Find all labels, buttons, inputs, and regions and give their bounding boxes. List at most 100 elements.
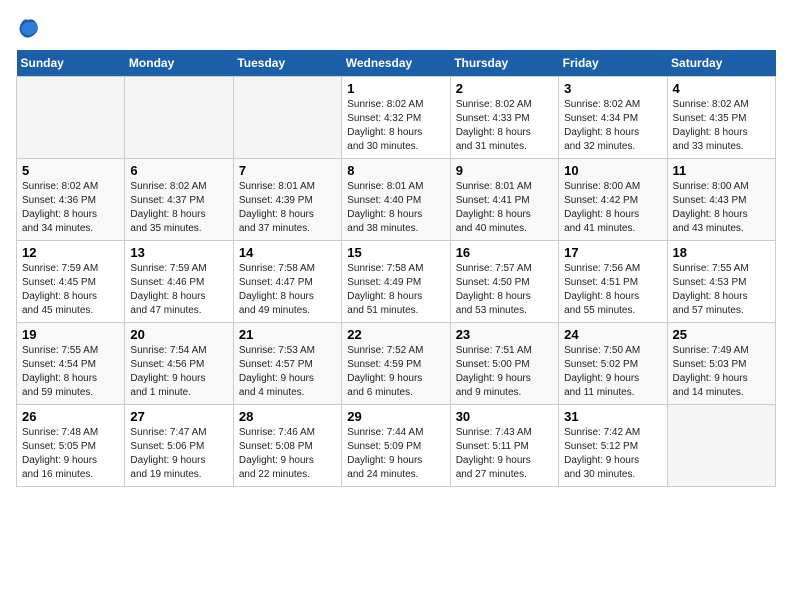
day-info: Sunrise: 7:58 AM Sunset: 4:49 PM Dayligh…: [347, 262, 444, 318]
day-info: Sunrise: 8:02 AM Sunset: 4:34 PM Dayligh…: [564, 98, 661, 154]
calendar-cell: [125, 77, 233, 159]
calendar-cell: 17 Sunrise: 7:56 AM Sunset: 4:51 PM Dayli…: [559, 241, 667, 323]
day-info: Sunrise: 8:02 AM Sunset: 4:37 PM Dayligh…: [130, 180, 227, 236]
day-number: 24: [564, 327, 661, 342]
day-of-week-header: Sunday: [17, 50, 125, 77]
day-number: 20: [130, 327, 227, 342]
day-info: Sunrise: 8:01 AM Sunset: 4:41 PM Dayligh…: [456, 180, 553, 236]
day-number: 28: [239, 409, 336, 424]
day-info: Sunrise: 7:51 AM Sunset: 5:00 PM Dayligh…: [456, 344, 553, 400]
day-info: Sunrise: 7:57 AM Sunset: 4:50 PM Dayligh…: [456, 262, 553, 318]
day-number: 5: [22, 163, 119, 178]
calendar-cell: 4 Sunrise: 8:02 AM Sunset: 4:35 PM Daylig…: [667, 77, 775, 159]
day-number: 8: [347, 163, 444, 178]
calendar-cell: 20 Sunrise: 7:54 AM Sunset: 4:56 PM Dayli…: [125, 323, 233, 405]
day-number: 13: [130, 245, 227, 260]
day-number: 19: [22, 327, 119, 342]
day-info: Sunrise: 8:00 AM Sunset: 4:43 PM Dayligh…: [673, 180, 770, 236]
logo: [16, 16, 44, 40]
day-number: 17: [564, 245, 661, 260]
day-info: Sunrise: 7:58 AM Sunset: 4:47 PM Dayligh…: [239, 262, 336, 318]
day-number: 7: [239, 163, 336, 178]
day-of-week-header: Monday: [125, 50, 233, 77]
calendar-cell: 13 Sunrise: 7:59 AM Sunset: 4:46 PM Dayli…: [125, 241, 233, 323]
day-number: 26: [22, 409, 119, 424]
day-number: 23: [456, 327, 553, 342]
calendar-cell: 30 Sunrise: 7:43 AM Sunset: 5:11 PM Dayli…: [450, 405, 558, 487]
day-number: 10: [564, 163, 661, 178]
calendar-cell: 8 Sunrise: 8:01 AM Sunset: 4:40 PM Daylig…: [342, 159, 450, 241]
day-info: Sunrise: 7:52 AM Sunset: 4:59 PM Dayligh…: [347, 344, 444, 400]
calendar-table: SundayMondayTuesdayWednesdayThursdayFrid…: [16, 50, 776, 487]
day-info: Sunrise: 7:50 AM Sunset: 5:02 PM Dayligh…: [564, 344, 661, 400]
day-info: Sunrise: 7:46 AM Sunset: 5:08 PM Dayligh…: [239, 426, 336, 482]
page-header: [16, 16, 776, 40]
day-info: Sunrise: 7:43 AM Sunset: 5:11 PM Dayligh…: [456, 426, 553, 482]
day-info: Sunrise: 8:01 AM Sunset: 4:40 PM Dayligh…: [347, 180, 444, 236]
calendar-cell: [233, 77, 341, 159]
day-of-week-header: Thursday: [450, 50, 558, 77]
day-info: Sunrise: 8:02 AM Sunset: 4:32 PM Dayligh…: [347, 98, 444, 154]
calendar-header-row: SundayMondayTuesdayWednesdayThursdayFrid…: [17, 50, 776, 77]
calendar-cell: 10Sunrise: 8:00 AM Sunset: 4:42 PM Dayli…: [559, 159, 667, 241]
calendar-cell: 1 Sunrise: 8:02 AM Sunset: 4:32 PM Daylig…: [342, 77, 450, 159]
day-number: 15: [347, 245, 444, 260]
day-number: 14: [239, 245, 336, 260]
day-number: 25: [673, 327, 770, 342]
day-of-week-header: Friday: [559, 50, 667, 77]
day-info: Sunrise: 8:02 AM Sunset: 4:33 PM Dayligh…: [456, 98, 553, 154]
day-number: 22: [347, 327, 444, 342]
calendar-cell: 2 Sunrise: 8:02 AM Sunset: 4:33 PM Daylig…: [450, 77, 558, 159]
calendar-week-row: 1 Sunrise: 8:02 AM Sunset: 4:32 PM Daylig…: [17, 77, 776, 159]
calendar-cell: 19 Sunrise: 7:55 AM Sunset: 4:54 PM Dayli…: [17, 323, 125, 405]
day-info: Sunrise: 7:55 AM Sunset: 4:53 PM Dayligh…: [673, 262, 770, 318]
day-info: Sunrise: 7:54 AM Sunset: 4:56 PM Dayligh…: [130, 344, 227, 400]
day-number: 3: [564, 81, 661, 96]
calendar-cell: 26Sunrise: 7:48 AM Sunset: 5:05 PM Dayli…: [17, 405, 125, 487]
calendar-cell: 15 Sunrise: 7:58 AM Sunset: 4:49 PM Dayli…: [342, 241, 450, 323]
day-info: Sunrise: 7:59 AM Sunset: 4:46 PM Dayligh…: [130, 262, 227, 318]
calendar-cell: 3 Sunrise: 8:02 AM Sunset: 4:34 PM Daylig…: [559, 77, 667, 159]
calendar-cell: 22 Sunrise: 7:52 AM Sunset: 4:59 PM Dayli…: [342, 323, 450, 405]
day-number: 27: [130, 409, 227, 424]
calendar-cell: 28 Sunrise: 7:46 AM Sunset: 5:08 PM Dayli…: [233, 405, 341, 487]
day-number: 9: [456, 163, 553, 178]
day-number: 6: [130, 163, 227, 178]
calendar-week-row: 19 Sunrise: 7:55 AM Sunset: 4:54 PM Dayli…: [17, 323, 776, 405]
day-number: 29: [347, 409, 444, 424]
day-number: 21: [239, 327, 336, 342]
day-info: Sunrise: 7:42 AM Sunset: 5:12 PM Dayligh…: [564, 426, 661, 482]
calendar-cell: 9 Sunrise: 8:01 AM Sunset: 4:41 PM Daylig…: [450, 159, 558, 241]
calendar-cell: 31Sunrise: 7:42 AM Sunset: 5:12 PM Dayli…: [559, 405, 667, 487]
day-number: 2: [456, 81, 553, 96]
day-info: Sunrise: 8:02 AM Sunset: 4:36 PM Dayligh…: [22, 180, 119, 236]
day-number: 4: [673, 81, 770, 96]
calendar-week-row: 26Sunrise: 7:48 AM Sunset: 5:05 PM Dayli…: [17, 405, 776, 487]
calendar-week-row: 5 Sunrise: 8:02 AM Sunset: 4:36 PM Daylig…: [17, 159, 776, 241]
calendar-cell: 29 Sunrise: 7:44 AM Sunset: 5:09 PM Dayli…: [342, 405, 450, 487]
day-info: Sunrise: 7:53 AM Sunset: 4:57 PM Dayligh…: [239, 344, 336, 400]
calendar-cell: 6 Sunrise: 8:02 AM Sunset: 4:37 PM Daylig…: [125, 159, 233, 241]
day-number: 18: [673, 245, 770, 260]
day-number: 16: [456, 245, 553, 260]
calendar-cell: 25 Sunrise: 7:49 AM Sunset: 5:03 PM Dayli…: [667, 323, 775, 405]
day-of-week-header: Saturday: [667, 50, 775, 77]
day-info: Sunrise: 7:56 AM Sunset: 4:51 PM Dayligh…: [564, 262, 661, 318]
day-info: Sunrise: 7:59 AM Sunset: 4:45 PM Dayligh…: [22, 262, 119, 318]
day-number: 30: [456, 409, 553, 424]
day-of-week-header: Wednesday: [342, 50, 450, 77]
calendar-cell: 18 Sunrise: 7:55 AM Sunset: 4:53 PM Dayli…: [667, 241, 775, 323]
day-info: Sunrise: 7:55 AM Sunset: 4:54 PM Dayligh…: [22, 344, 119, 400]
calendar-cell: [667, 405, 775, 487]
calendar-cell: [17, 77, 125, 159]
calendar-cell: 12Sunrise: 7:59 AM Sunset: 4:45 PM Dayli…: [17, 241, 125, 323]
calendar-cell: 11 Sunrise: 8:00 AM Sunset: 4:43 PM Dayli…: [667, 159, 775, 241]
day-info: Sunrise: 7:44 AM Sunset: 5:09 PM Dayligh…: [347, 426, 444, 482]
day-number: 11: [673, 163, 770, 178]
day-number: 1: [347, 81, 444, 96]
calendar-cell: 27 Sunrise: 7:47 AM Sunset: 5:06 PM Dayli…: [125, 405, 233, 487]
day-info: Sunrise: 8:02 AM Sunset: 4:35 PM Dayligh…: [673, 98, 770, 154]
day-info: Sunrise: 7:47 AM Sunset: 5:06 PM Dayligh…: [130, 426, 227, 482]
day-of-week-header: Tuesday: [233, 50, 341, 77]
day-info: Sunrise: 7:49 AM Sunset: 5:03 PM Dayligh…: [673, 344, 770, 400]
